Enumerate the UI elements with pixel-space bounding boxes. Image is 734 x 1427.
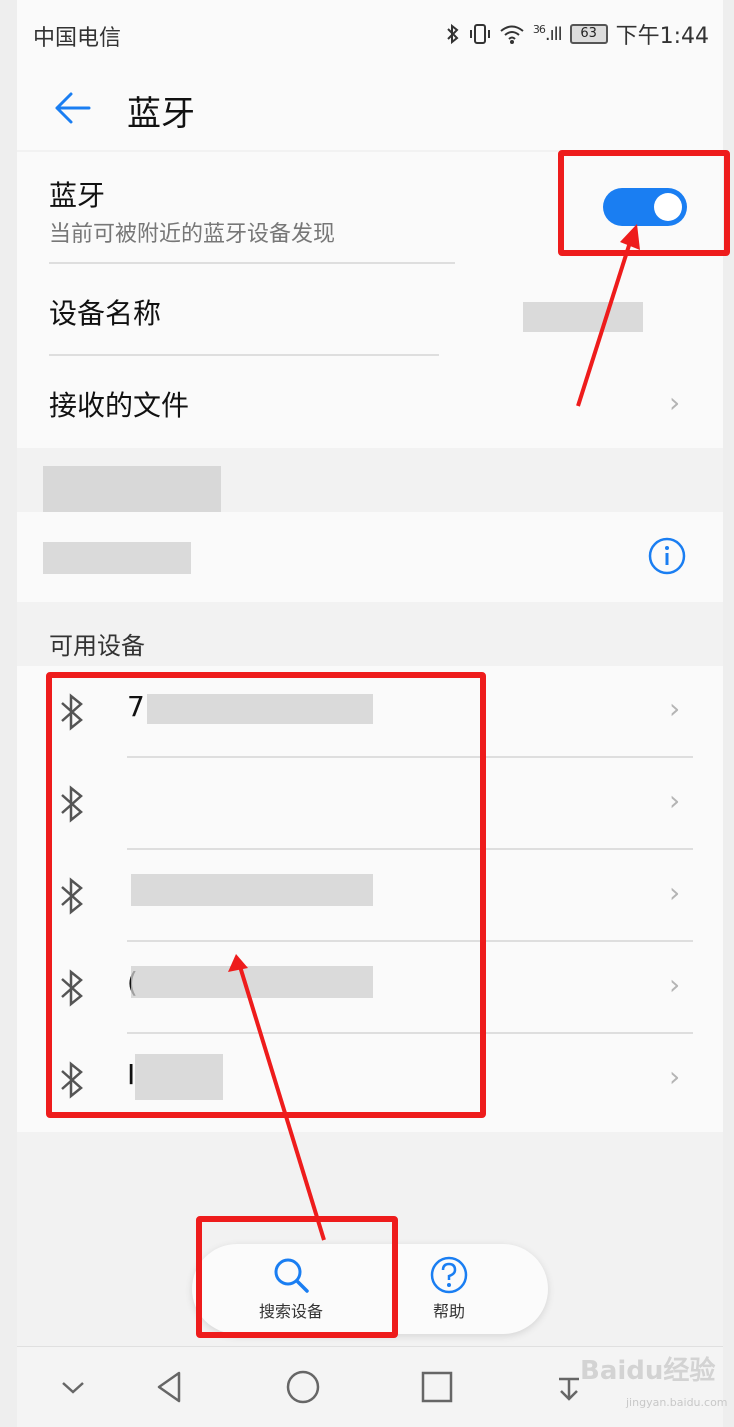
status-icons: 36.ıll 63 下午1:44 [445, 18, 709, 50]
battery-icon: 63 [569, 24, 608, 44]
help-button[interactable]: 帮助 [394, 1254, 504, 1328]
bluetooth-status-icon [447, 23, 459, 45]
chevron-down-icon[interactable] [51, 1365, 95, 1409]
home-circle-icon[interactable] [281, 1365, 325, 1409]
received-files-label: 接收的文件 [49, 389, 190, 422]
back-triangle-icon[interactable] [149, 1365, 193, 1409]
redacted-device-name [523, 302, 643, 332]
bluetooth-toggle-label: 蓝牙 [49, 179, 106, 212]
title-bar: 蓝牙 [17, 70, 723, 150]
help-icon [430, 1256, 468, 1294]
annotation-box-search [196, 1216, 398, 1338]
info-icon[interactable] [647, 536, 687, 576]
watermark-logo: Baidu经验 [580, 1356, 716, 1386]
back-arrow-icon[interactable] [51, 86, 95, 130]
help-label: 帮助 [432, 1302, 465, 1321]
paired-device-card[interactable] [17, 512, 723, 602]
watermark-url: jingyan.baidu.com [626, 1396, 728, 1409]
chevron-right-icon: › [669, 1060, 681, 1093]
recents-square-icon[interactable] [415, 1365, 459, 1409]
carrier-name: 中国电信 [33, 26, 122, 51]
redacted-device-label [43, 542, 191, 574]
redacted-section-title [43, 466, 221, 514]
received-files-row[interactable]: 接收的文件 › [17, 356, 723, 446]
status-bar: 中国电信 36.ıll 63 下午1:44 [17, 0, 723, 70]
available-devices-heading: 可用设备 [49, 632, 145, 660]
chevron-right-icon: › [669, 968, 681, 1001]
page-title: 蓝牙 [127, 94, 195, 134]
chevron-right-icon: › [669, 876, 681, 909]
clock: 下午1:44 [615, 24, 709, 49]
wifi-icon [500, 25, 524, 44]
annotation-box-toggle [558, 150, 730, 256]
chevron-right-icon: › [669, 692, 681, 725]
signal-icon: 36.ıll [532, 23, 563, 45]
device-name-label: 设备名称 [49, 297, 162, 330]
vibrate-icon [469, 24, 490, 44]
bluetooth-visibility-subtitle: 当前可被附近的蓝牙设备发现 [49, 222, 336, 247]
annotation-box-device-list [46, 672, 486, 1118]
chevron-right-icon: › [669, 784, 681, 817]
device-name-row[interactable]: 设备名称 [17, 264, 723, 354]
chevron-right-icon: › [669, 386, 681, 419]
